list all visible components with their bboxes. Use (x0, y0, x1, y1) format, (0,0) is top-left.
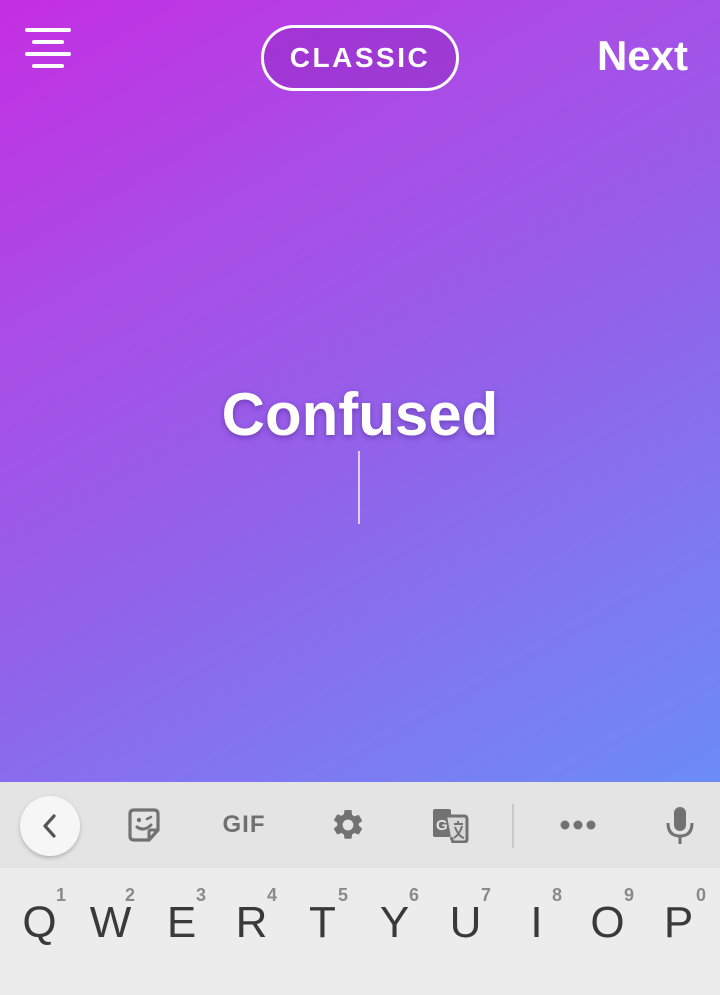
key-hint: 5 (338, 885, 349, 905)
key-letter: W (89, 898, 132, 947)
next-button[interactable]: Next (597, 32, 688, 80)
key-o[interactable]: O 9 (572, 868, 643, 978)
key-r[interactable]: R 4 (216, 868, 287, 978)
key-hint: 3 (196, 885, 207, 905)
keyboard-row-qwerty: Q 1 W 2 E 3 R 4 T 5 Y 6 U 7 I 8 O 9 P 0 (0, 868, 720, 995)
text-style-button[interactable]: CLASSIC (261, 25, 459, 91)
key-hint: 7 (481, 885, 492, 905)
more-horizontal-icon (560, 820, 596, 830)
key-hint: 9 (624, 885, 635, 905)
key-hint: 8 (552, 885, 563, 905)
text-cursor (358, 451, 360, 524)
key-e[interactable]: E 3 (146, 868, 217, 978)
story-canvas[interactable]: CLASSIC Next Confused (0, 0, 720, 782)
key-hint: 6 (409, 885, 420, 905)
gif-label: GIF (222, 811, 266, 838)
text-align-button[interactable] (20, 22, 76, 74)
key-w[interactable]: W 2 (75, 868, 146, 978)
key-q[interactable]: Q 1 (4, 868, 75, 978)
key-t[interactable]: T 5 (287, 868, 358, 978)
sticker-button[interactable] (118, 782, 170, 868)
key-hint: 0 (696, 885, 707, 905)
gif-button[interactable]: GIF (212, 782, 276, 868)
key-u[interactable]: U 7 (430, 868, 501, 978)
chevron-left-icon (43, 814, 56, 838)
sticker-icon (128, 808, 160, 842)
key-hint: 4 (267, 885, 278, 905)
key-hint: 1 (56, 885, 67, 905)
key-letter: E (166, 898, 197, 947)
voice-input-button[interactable] (654, 782, 706, 868)
key-letter: Y (379, 898, 410, 947)
key-p[interactable]: P 0 (643, 868, 714, 978)
settings-button[interactable] (322, 782, 374, 868)
key-y[interactable]: Y 6 (359, 868, 430, 978)
toolbar-divider (512, 804, 514, 848)
svg-text:G: G (436, 817, 448, 834)
more-button[interactable] (552, 782, 604, 868)
story-text-input[interactable]: Confused (0, 380, 720, 449)
gear-icon (333, 809, 363, 839)
key-i[interactable]: I 8 (501, 868, 572, 978)
toolbar-back-button[interactable] (20, 796, 80, 856)
key-hint: 2 (125, 885, 136, 905)
translate-icon: G (433, 809, 469, 843)
microphone-icon (666, 807, 694, 844)
keyboard-toolbar: GIF G (0, 782, 720, 868)
translate-button[interactable]: G (424, 782, 476, 868)
